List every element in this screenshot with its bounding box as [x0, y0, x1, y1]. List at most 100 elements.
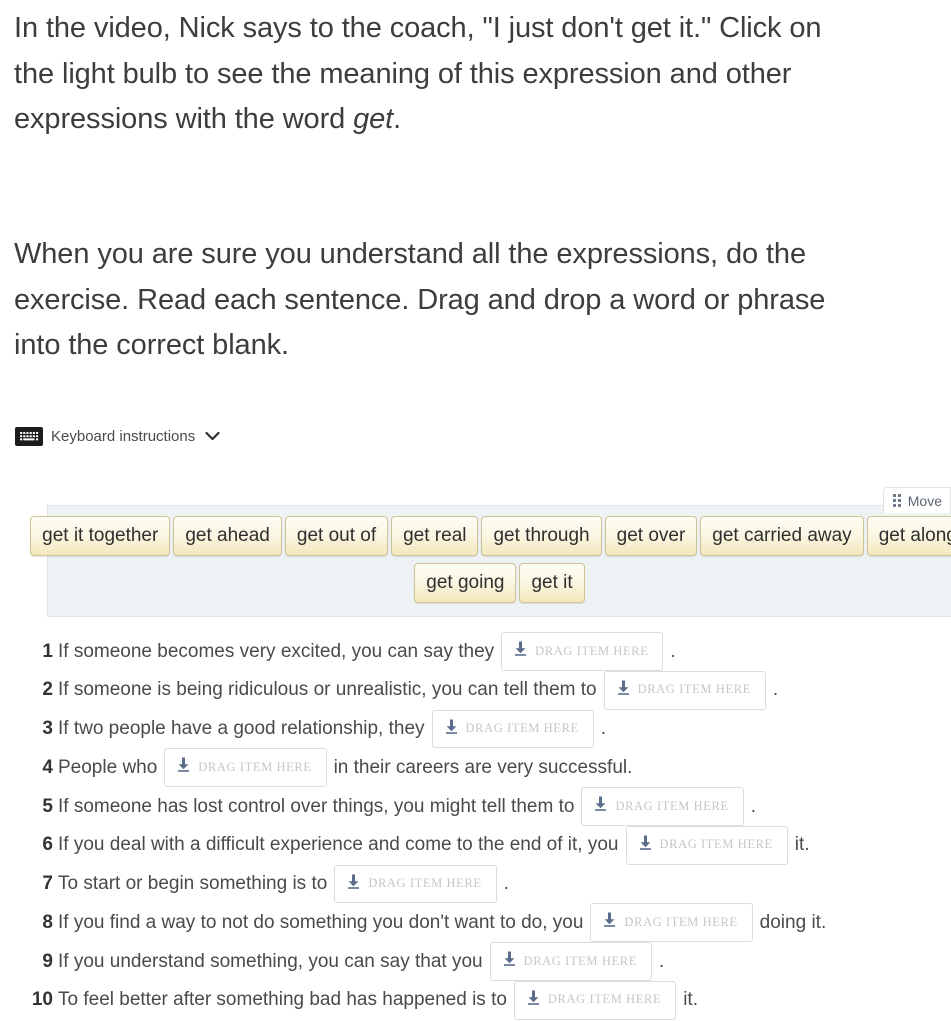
- drop-zone[interactable]: DRAG ITEM HERE: [431, 709, 594, 749]
- word-bank-row: get it together get ahead get out of get re…: [30, 516, 951, 556]
- question-number: 1: [42, 640, 53, 662]
- question-body: If you understand something, you can say…: [58, 942, 664, 981]
- move-panel-handle[interactable]: Move: [882, 487, 951, 513]
- keyboard-icon: [15, 427, 43, 446]
- question-text-before: If you deal with a difficult experience …: [58, 834, 619, 856]
- word-chip[interactable]: get along: [866, 516, 951, 556]
- question-text-after: .: [670, 640, 676, 662]
- question-text-before: If someone becomes very excited, you can…: [58, 640, 495, 662]
- keyboard-instructions-toggle[interactable]: Keyboard instructions: [15, 427, 220, 446]
- download-arrow-icon: [527, 988, 540, 1012]
- grip-dots-icon: [892, 494, 901, 507]
- intro-paragraph-1: In the video, Nick says to the coach, "I…: [14, 6, 854, 143]
- question-number: 5: [42, 795, 53, 817]
- question-row: 3 If two people have a good relationship,…: [0, 709, 951, 749]
- question-body: To feel better after something bad has h…: [58, 980, 698, 1020]
- question-body: To start or begin something is to DRAG IT…: [58, 864, 509, 904]
- word-chip[interactable]: get out of: [284, 516, 389, 556]
- drop-zone-label: DRAG ITEM HERE: [624, 914, 738, 929]
- word-chip[interactable]: get real: [391, 516, 479, 556]
- word-chip[interactable]: get over: [604, 516, 698, 556]
- question-text-after: it.: [794, 834, 810, 856]
- question-text-after: .: [658, 950, 665, 972]
- intro-paragraph-2: When you are sure you understand all the…: [14, 238, 826, 361]
- drop-zone-label: DRAG ITEM HERE: [368, 876, 482, 891]
- question-text-before: To feel better after something bad has h…: [58, 989, 507, 1011]
- questions-list: 1 If someone becomes very excited, you ca…: [0, 632, 951, 1020]
- question-row: 8 If you find a way to not do something y…: [0, 903, 951, 942]
- question-body: If you find a way to not do something yo…: [58, 903, 826, 942]
- drop-zone-label: DRAG ITEM HERE: [535, 643, 649, 658]
- question-text-before: People who: [58, 756, 158, 778]
- word-bank-row: get going get it: [48, 563, 951, 603]
- question-row: 4 People who DRAG ITEM HERE in their career…: [0, 748, 951, 787]
- question-number: 2: [42, 679, 53, 701]
- download-arrow-icon: [639, 833, 652, 857]
- word-chip[interactable]: get through: [481, 516, 602, 556]
- word-bank-panel: get it together get ahead get out of get re…: [30, 505, 951, 617]
- drop-zone[interactable]: DRAG ITEM HERE: [513, 980, 677, 1020]
- intro-paragraph-1-tail: .: [393, 103, 402, 135]
- question-body: If you deal with a difficult experience …: [58, 825, 810, 865]
- question-body: If someone has lost control over things,…: [58, 787, 756, 826]
- drop-zone[interactable]: DRAG ITEM HERE: [603, 670, 766, 710]
- question-number: 6: [42, 834, 53, 856]
- download-arrow-icon: [445, 717, 458, 741]
- word-chip[interactable]: get ahead: [173, 516, 282, 556]
- question-text-after: .: [772, 679, 779, 701]
- download-arrow-icon: [594, 794, 607, 818]
- question-body: If two people have a good relationship, …: [58, 709, 607, 749]
- download-arrow-icon: [347, 872, 360, 896]
- question-text-before: If you understand something, you can say…: [58, 950, 483, 972]
- question-body: People who DRAG ITEM HERE in their careers…: [58, 748, 632, 787]
- question-row: 6 If you deal with a difficult experience…: [0, 825, 951, 865]
- question-text-before: If you find a way to not do something yo…: [58, 911, 584, 933]
- question-row: 7 To start or begin something is to DRAG I…: [0, 864, 951, 904]
- question-text-before: If someone is being ridiculous or unreal…: [58, 679, 597, 701]
- question-row: 9 If you understand something, you can sa…: [0, 942, 951, 981]
- question-number: 9: [42, 950, 53, 972]
- drop-zone[interactable]: DRAG ITEM HERE: [581, 787, 744, 826]
- drop-zone-label: DRAG ITEM HERE: [637, 682, 751, 697]
- download-arrow-icon: [617, 678, 630, 702]
- question-number: 10: [31, 989, 53, 1011]
- question-text-after: doing it.: [759, 911, 827, 933]
- drop-zone-label: DRAG ITEM HERE: [659, 837, 773, 852]
- word-chip[interactable]: get it: [519, 563, 585, 603]
- drop-zone-label: DRAG ITEM HERE: [465, 721, 579, 736]
- question-number: 4: [42, 756, 53, 778]
- question-text-before: If someone has lost control over things,…: [58, 795, 575, 817]
- word-chip[interactable]: get it together: [30, 516, 171, 556]
- drop-zone-label: DRAG ITEM HERE: [198, 759, 312, 774]
- question-row: 5 If someone has lost control over things…: [0, 787, 951, 826]
- question-text-after: in their careers are very successful.: [333, 756, 633, 778]
- question-text-after: .: [600, 718, 607, 739]
- question-body: If someone is being ridiculous or unreal…: [58, 670, 779, 710]
- question-text-after: it.: [683, 989, 698, 1011]
- drop-zone[interactable]: DRAG ITEM HERE: [501, 632, 664, 671]
- word-chip[interactable]: get going: [414, 563, 517, 603]
- question-number: 7: [42, 873, 53, 894]
- question-text-after: .: [750, 795, 756, 817]
- download-arrow-icon: [503, 949, 516, 973]
- drop-zone[interactable]: DRAG ITEM HERE: [164, 748, 327, 787]
- question-number: 8: [42, 911, 53, 933]
- question-text-after: .: [503, 873, 509, 894]
- drop-zone[interactable]: DRAG ITEM HERE: [489, 942, 652, 981]
- word-chip[interactable]: get carried away: [700, 516, 864, 556]
- intro-paragraph-1-text: In the video, Nick says to the coach, "I…: [14, 12, 822, 135]
- drop-zone[interactable]: DRAG ITEM HERE: [334, 864, 497, 904]
- exercise-page: In the video, Nick says to the coach, "I…: [0, 0, 951, 1021]
- drop-zone[interactable]: DRAG ITEM HERE: [625, 825, 788, 865]
- question-row: 2 If someone is being ridiculous or unrea…: [0, 670, 951, 710]
- drop-zone-label: DRAG ITEM HERE: [615, 798, 729, 813]
- drop-zone[interactable]: DRAG ITEM HERE: [590, 903, 753, 942]
- download-arrow-icon: [603, 910, 616, 934]
- question-number: 3: [42, 718, 53, 739]
- download-arrow-icon: [514, 639, 527, 663]
- question-row: 10 To feel better after something bad has…: [0, 980, 951, 1020]
- question-text-before: If two people have a good relationship, …: [58, 718, 425, 739]
- download-arrow-icon: [177, 755, 190, 779]
- drop-zone-label: DRAG ITEM HERE: [523, 953, 637, 968]
- question-text-before: To start or begin something is to: [58, 873, 328, 894]
